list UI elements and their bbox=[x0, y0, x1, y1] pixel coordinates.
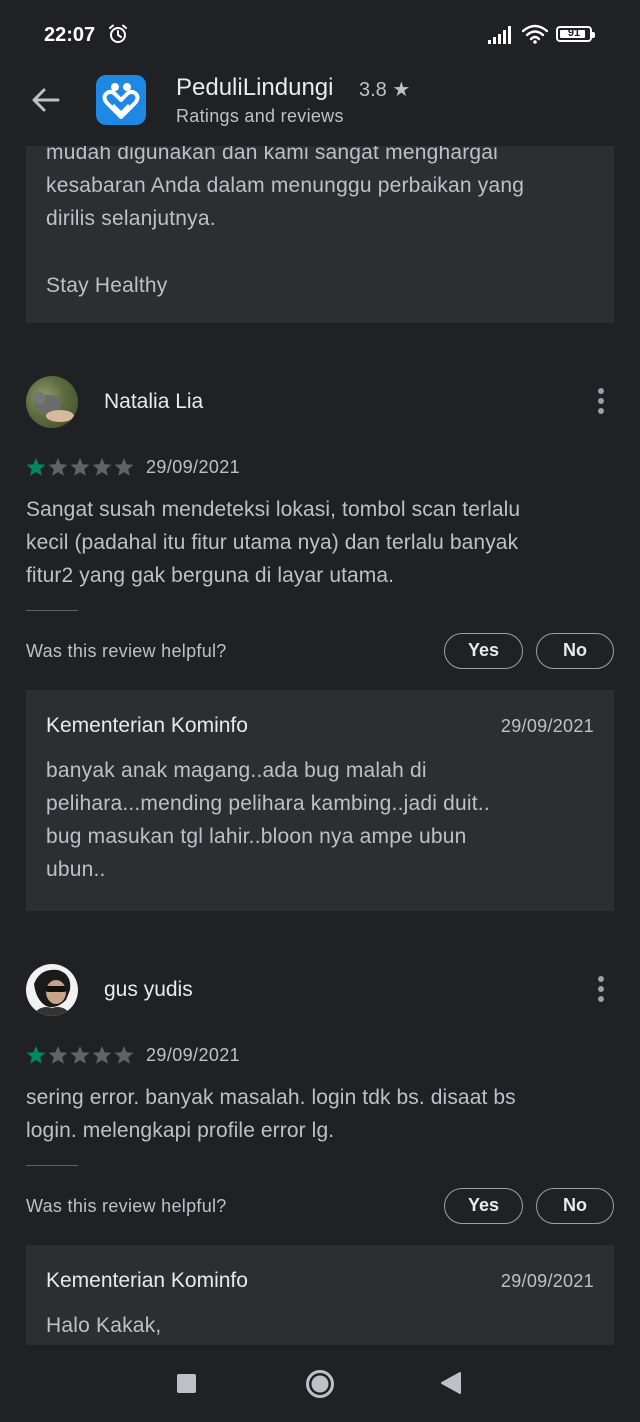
review-text: sering error. banyak masalah. login tdk … bbox=[26, 1081, 616, 1147]
reviews-list[interactable]: mudah digunakan dan kami sangat mengharg… bbox=[0, 70, 640, 1345]
reviewer-name: gus yudis bbox=[104, 978, 193, 1001]
star-rating bbox=[26, 457, 136, 477]
nav-back-icon[interactable] bbox=[440, 1371, 462, 1395]
reply-text-line: kesabaran Anda dalam menunggu perbaikan … bbox=[46, 174, 525, 197]
review-text-line: login. melengkapi profile error lg. bbox=[26, 1119, 335, 1142]
app-rating: 3.8 ★ bbox=[359, 79, 411, 101]
helpful-prompt: Was this review helpful? bbox=[26, 1196, 227, 1216]
helpful-yes-button[interactable]: Yes bbox=[444, 1188, 523, 1224]
avatar[interactable] bbox=[26, 964, 78, 1016]
reply-signoff: Stay Healthy bbox=[46, 274, 168, 297]
alarm-icon bbox=[109, 24, 127, 43]
reply-text-line: dirilis selanjutnya. bbox=[46, 207, 216, 230]
app-logo[interactable] bbox=[96, 75, 146, 125]
nav-home-icon[interactable] bbox=[305, 1369, 335, 1399]
app-title: PeduliLindungi bbox=[176, 74, 334, 101]
review-date: 29/09/2021 bbox=[146, 457, 241, 477]
divider bbox=[26, 610, 78, 611]
reply-date: 29/09/2021 bbox=[500, 1271, 594, 1291]
wifi-icon bbox=[522, 24, 548, 44]
divider bbox=[26, 1165, 78, 1166]
more-vert-icon[interactable] bbox=[594, 386, 608, 416]
helpful-prompt: Was this review helpful? bbox=[26, 641, 227, 661]
star-icon bbox=[92, 458, 112, 476]
developer-reply: Kementerian Kominfo 29/09/2021 banyak an… bbox=[26, 690, 614, 911]
helpful-no-button[interactable]: No bbox=[536, 633, 614, 669]
page-subtitle: Ratings and reviews bbox=[176, 106, 344, 126]
reply-text-line: bug masukan tgl lahir..bloon nya ampe ub… bbox=[46, 825, 467, 848]
review-text-line: fitur2 yang gak berguna di layar utama. bbox=[26, 564, 395, 587]
star-icon bbox=[48, 458, 68, 476]
star-icon bbox=[114, 1046, 134, 1064]
star-icon bbox=[26, 458, 46, 476]
status-time: 22:07 bbox=[44, 24, 96, 46]
nav-recents-icon[interactable] bbox=[177, 1374, 196, 1393]
review-text-line: kecil (padahal itu fitur utama nya) dan … bbox=[26, 531, 519, 554]
star-icon bbox=[70, 1046, 90, 1064]
star-icon bbox=[70, 458, 90, 476]
helpful-no-button[interactable]: No bbox=[536, 1188, 614, 1224]
star-icon bbox=[26, 1046, 46, 1064]
app-bar: PeduliLindungi 3.8 ★ Ratings and reviews bbox=[0, 70, 640, 146]
helpful-yes-button[interactable]: Yes bbox=[444, 633, 523, 669]
developer-reply: Kementerian Kominfo 29/09/2021 Halo Kaka… bbox=[26, 1245, 614, 1345]
reviewer-name: Natalia Lia bbox=[104, 390, 204, 413]
review-text-line: Sangat susah mendeteksi lokasi, tombol s… bbox=[26, 498, 521, 521]
signal-icon bbox=[488, 26, 511, 44]
reply-author: Kementerian Kominfo bbox=[46, 1269, 248, 1292]
system-nav-bar bbox=[0, 1345, 640, 1422]
reply-text-line: ubun.. bbox=[46, 858, 106, 881]
review-text: Sangat susah mendeteksi lokasi, tombol s… bbox=[26, 493, 616, 592]
reply-text-line: Halo Kakak, bbox=[46, 1314, 162, 1337]
reply-text-line: pelihara...mending pelihara kambing..jad… bbox=[46, 792, 490, 815]
avatar[interactable] bbox=[26, 376, 78, 428]
star-icon bbox=[114, 458, 134, 476]
review-date: 29/09/2021 bbox=[146, 1045, 241, 1065]
status-bar: 22:07 91 bbox=[0, 0, 640, 70]
star-rating bbox=[26, 1045, 136, 1065]
star-icon bbox=[48, 1046, 68, 1064]
reply-author: Kementerian Kominfo bbox=[46, 714, 248, 737]
reply-date: 29/09/2021 bbox=[500, 716, 594, 736]
back-arrow-icon[interactable] bbox=[30, 84, 62, 116]
reply-text-line: banyak anak magang..ada bug malah di bbox=[46, 759, 427, 782]
battery-icon: 91 bbox=[556, 26, 595, 42]
battery-level: 91 bbox=[567, 27, 581, 39]
review-text-line: sering error. banyak masalah. login tdk … bbox=[26, 1086, 516, 1109]
star-icon bbox=[92, 1046, 112, 1064]
more-vert-icon[interactable] bbox=[594, 974, 608, 1004]
